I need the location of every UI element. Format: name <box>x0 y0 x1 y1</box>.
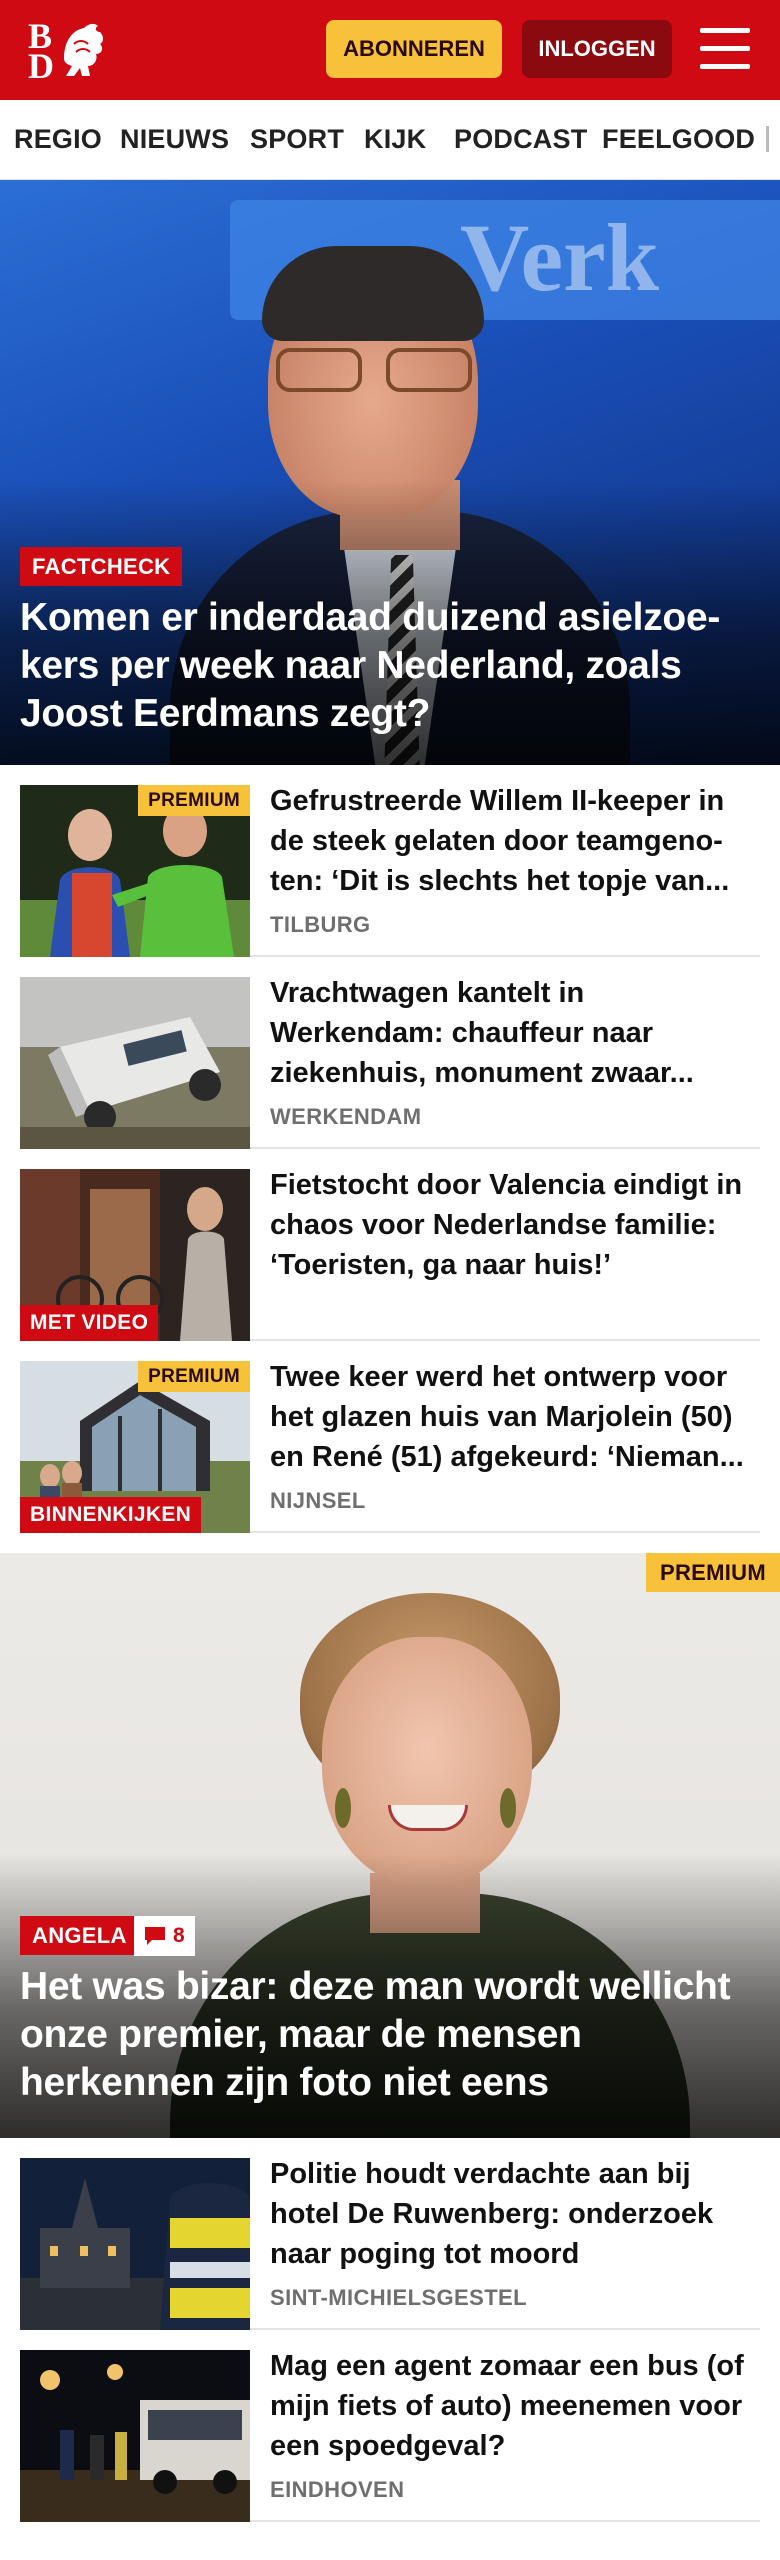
category-label: BINNENKIJKEN <box>20 1497 202 1533</box>
article-title[interactable]: Mag een agent zomaar een bus (of mijn fi… <box>270 2346 760 2466</box>
nav-item-kijk[interactable]: KIJK <box>364 124 426 155</box>
list-item[interactable]: MET VIDEO Fietstocht door Valencia eindi… <box>20 1149 760 1341</box>
article-title[interactable]: Twee keer werd het ontwerp voor het glaz… <box>270 1357 760 1477</box>
comment-count[interactable]: 8 <box>134 1916 195 1956</box>
article-location: EINDHOVEN <box>270 2477 405 2502</box>
hero-photo-earring <box>335 1788 351 1828</box>
nav-item-feelgood[interactable]: FEELGOOD <box>602 124 755 155</box>
nav-overflow-indicator <box>766 126 769 152</box>
bd-logo[interactable]: B D <box>24 16 120 86</box>
hero-title[interactable]: Het was bizar: deze man wordt wellicht o… <box>20 1963 760 2107</box>
list-item[interactable]: PREMIUM Gefrustreerde Willem II-keeper i… <box>20 765 760 957</box>
hero-category-label: FACTCHECK <box>20 547 183 586</box>
hero-photo-glasses <box>276 348 472 392</box>
site-header: B D ABONNEREN INLOGGEN <box>0 0 780 100</box>
article-thumbnail: PREMIUM BINNENKIJKEN <box>20 1361 250 1533</box>
article-location: TILBURG <box>270 912 371 937</box>
overturned-truck-image <box>20 977 250 1149</box>
nav-item-regio[interactable]: REGIO <box>14 124 102 155</box>
list-item[interactable]: Politie houdt verdachte aan bij hotel De… <box>20 2138 760 2330</box>
hero-article-1[interactable]: Verk FACTCHECK Komen er inderdaad duizen… <box>0 180 780 765</box>
login-button[interactable]: INLOGGEN <box>522 20 672 78</box>
menu-icon-bar <box>700 28 750 33</box>
hero-article-2[interactable]: PREMIUM ANGELA 8 Het was bizar: deze man… <box>0 1553 780 2138</box>
lion-emblem-icon <box>64 23 103 76</box>
glasses-lens-left <box>276 348 362 392</box>
article-title[interactable]: Vrachtwagen kantelt in Werkendam: chauff… <box>270 973 760 1093</box>
glasses-lens-right <box>386 348 472 392</box>
premium-badge: PREMIUM <box>646 1553 780 1592</box>
hero-photo-hair <box>262 246 484 341</box>
list-item[interactable]: PREMIUM BINNENKIJKEN Twee keer werd het … <box>20 1341 760 1533</box>
article-thumbnail: MET VIDEO <box>20 1169 250 1341</box>
hero-photo-earring <box>500 1788 516 1828</box>
hero-category-label: ANGELA <box>20 1916 139 1955</box>
video-label: MET VIDEO <box>20 1305 159 1341</box>
article-thumbnail <box>20 2350 250 2522</box>
menu-icon-bar <box>700 64 750 69</box>
premium-badge: PREMIUM <box>138 1361 250 1392</box>
nav-item-sport[interactable]: SPORT <box>250 124 344 155</box>
menu-icon[interactable] <box>700 26 750 70</box>
premium-badge: PREMIUM <box>138 785 250 816</box>
article-title[interactable]: Fietstocht door Valencia eindigt in chao… <box>270 1165 760 1285</box>
article-location: WERKENDAM <box>270 1104 422 1129</box>
article-thumbnail: PREMIUM <box>20 785 250 957</box>
article-location: SINT-MICHIELSGESTEL <box>270 2285 527 2310</box>
article-thumbnail <box>20 977 250 1149</box>
hero-photo-sign-text: Verk <box>460 204 660 311</box>
article-title[interactable]: Gefrustreerde Willem II-keeper in de ste… <box>270 781 760 901</box>
comment-icon <box>145 1927 165 1945</box>
subscribe-button[interactable]: ABONNEREN <box>326 20 502 78</box>
police-officer-image <box>20 2158 250 2330</box>
nav-item-podcast[interactable]: PODCAST <box>454 124 587 155</box>
article-title[interactable]: Politie houdt verdachte aan bij hotel De… <box>270 2154 760 2274</box>
list-item[interactable]: Vrachtwagen kantelt in Werkendam: chauff… <box>20 957 760 1149</box>
hero-title[interactable]: Komen er inderdaad duizend asielzoe­kers… <box>20 594 760 738</box>
menu-icon-bar <box>700 46 750 51</box>
nav-item-nieuws[interactable]: NIEUWS <box>120 124 229 155</box>
hero-photo-face <box>322 1637 532 1887</box>
logo-letter-d: D <box>28 46 54 86</box>
article-thumbnail <box>20 2158 250 2330</box>
night-bus-scene-image <box>20 2350 250 2522</box>
section-nav: REGIO NIEUWS SPORT KIJK PODCAST FEELGOOD <box>0 100 780 180</box>
comment-count-value: 8 <box>173 1924 185 1947</box>
article-location: NIJNSEL <box>270 1488 366 1513</box>
list-item[interactable]: Mag een agent zomaar een bus (of mijn fi… <box>20 2330 760 2522</box>
